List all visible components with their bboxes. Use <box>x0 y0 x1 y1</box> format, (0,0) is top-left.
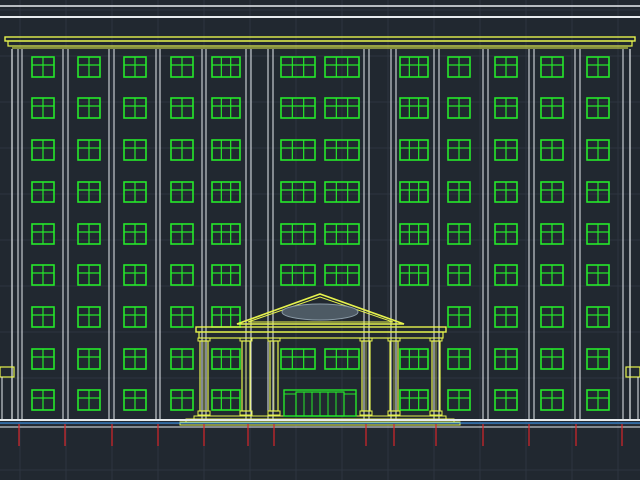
building-elevation-svg <box>0 0 640 480</box>
cad-elevation-drawing <box>0 0 640 480</box>
pediment-ornament <box>281 303 359 321</box>
